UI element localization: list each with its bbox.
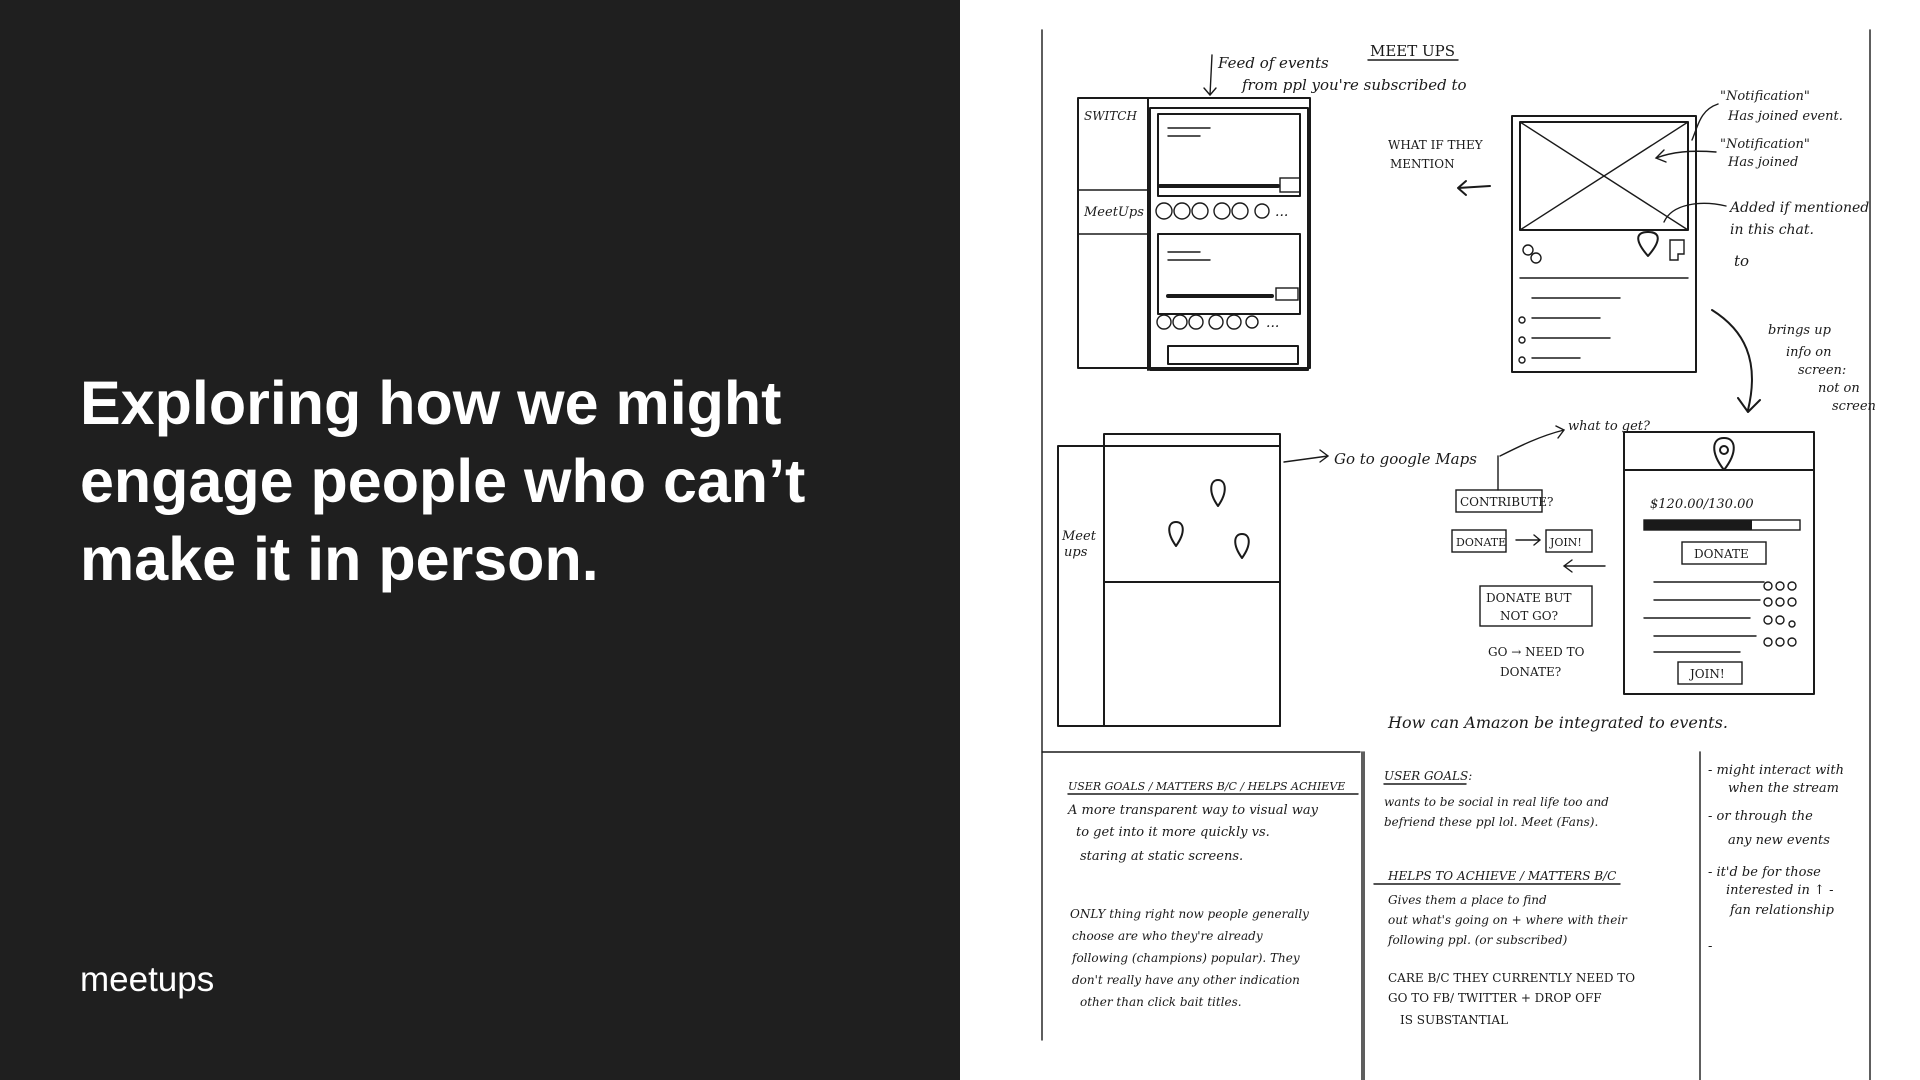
note-right-col: - it'd be for those — [1708, 865, 1821, 880]
note-helps: out what's going on + where with their — [1388, 913, 1628, 927]
note-what-if: WHAT IF THEY — [1388, 138, 1484, 152]
note-right-col: when the stream — [1728, 781, 1839, 796]
note-meetups-tab: MeetUps — [1083, 205, 1144, 220]
note-care: CARE B/C THEY CURRENTLY NEED TO — [1388, 971, 1635, 985]
progress-fill — [1644, 520, 1752, 530]
note-feed: from ppl you're subscribed to — [1241, 76, 1467, 94]
note-only-thing: following (champions) popular). They — [1071, 951, 1300, 965]
footer-label: meetups — [80, 960, 215, 999]
note-right-col: - or through the — [1708, 809, 1813, 824]
note-to: to — [1734, 252, 1749, 270]
note-right-col: interested in ↑ - — [1726, 883, 1833, 898]
note-right-col: - — [1708, 939, 1712, 954]
note-goals-mid: befriend these ppl lol. Meet (Fans). — [1384, 815, 1598, 829]
note-goals-left: A more transparent way to visual way — [1067, 803, 1319, 818]
note-go-need: DONATE? — [1500, 665, 1561, 679]
headline-line: make it in person. — [80, 525, 599, 593]
headline-line: engage people who can’t — [80, 447, 806, 515]
note-notification-1: Has joined event. — [1727, 109, 1843, 124]
note-care: GO TO FB/ TWITTER + DROP OFF — [1388, 991, 1602, 1005]
note-goals-left: staring at static screens. — [1080, 849, 1243, 864]
note-right-col: - might interact with — [1708, 763, 1844, 778]
note-goals-mid: wants to be social in real life too and — [1384, 795, 1609, 809]
note-donate-small: DONATE — [1456, 536, 1506, 549]
note-brings: not on — [1818, 381, 1860, 396]
note-goals-mid-title: USER GOALS: — [1384, 769, 1472, 783]
note-helps-title: HELPS TO ACHIEVE / MATTERS B/C — [1387, 869, 1616, 883]
note-helps: Gives them a place to find — [1388, 893, 1547, 907]
note-only-thing: ONLY thing right now people generally — [1070, 907, 1309, 921]
note-meetups-tab-2: ups — [1064, 545, 1088, 560]
note-added: Added if mentioned — [1728, 200, 1869, 216]
note-donate-not-go: DONATE BUT — [1486, 591, 1571, 605]
svg-text:...: ... — [1275, 204, 1288, 220]
note-right-col: any new events — [1728, 833, 1830, 848]
note-care: IS SUBSTANTIAL — [1400, 1013, 1508, 1027]
note-only-thing: other than click bait titles. — [1080, 995, 1242, 1009]
note-feed: Feed of events — [1217, 54, 1329, 72]
note-join-small: JOIN! — [1549, 536, 1582, 549]
wireframe-sketch-image: MEET UPS Feed of events from ppl you're … — [1041, 29, 1876, 1080]
note-go-maps: Go to google Maps — [1334, 450, 1477, 468]
note-title: MEET UPS — [1370, 42, 1455, 60]
note-only-thing: don't really have any other indication — [1072, 973, 1300, 987]
note-helps: following ppl. (or subscribed) — [1387, 933, 1568, 947]
note-donate-not-go: NOT GO? — [1500, 609, 1558, 623]
note-join-button: JOIN! — [1688, 667, 1725, 681]
sketch-panel: MEET UPS Feed of events from ppl you're … — [960, 0, 1920, 1080]
note-what-if: MENTION — [1390, 157, 1455, 171]
note-only-thing: choose are who they're already — [1072, 929, 1263, 943]
attendee-avatars — [1155, 202, 1270, 220]
note-notification-2: Has joined — [1727, 155, 1798, 170]
note-brings: info on — [1786, 345, 1832, 360]
note-switch: SWITCH — [1084, 109, 1137, 123]
note-amount: $120.00/130.00 — [1650, 497, 1754, 512]
note-contribute: CONTRIBUTE? — [1460, 495, 1553, 509]
note-go-need: GO → NEED TO — [1488, 645, 1585, 659]
title-panel: Exploring how we might engage people who… — [0, 0, 960, 1080]
note-notification-2: "Notification" — [1720, 137, 1810, 152]
note-brings: brings up — [1768, 323, 1832, 338]
note-meetups-tab-2: Meet — [1061, 529, 1097, 544]
note-donate-button: DONATE — [1694, 547, 1749, 561]
headline: Exploring how we might engage people who… — [80, 364, 880, 598]
svg-text:...: ... — [1266, 315, 1279, 331]
headline-line: Exploring how we might — [80, 369, 782, 437]
note-goals-left-title: USER GOALS / MATTERS B/C / HELPS ACHIEVE — [1068, 780, 1345, 793]
note-goals-left: to get into it more quickly vs. — [1076, 825, 1270, 840]
note-brings: screen — [1832, 399, 1876, 414]
note-added: in this chat. — [1730, 222, 1814, 238]
note-amazon: How can Amazon be integrated to events. — [1387, 713, 1728, 732]
note-right-col: fan relationship — [1729, 903, 1835, 918]
note-notification-1: "Notification" — [1720, 89, 1810, 104]
note-brings: screen: — [1798, 363, 1846, 378]
